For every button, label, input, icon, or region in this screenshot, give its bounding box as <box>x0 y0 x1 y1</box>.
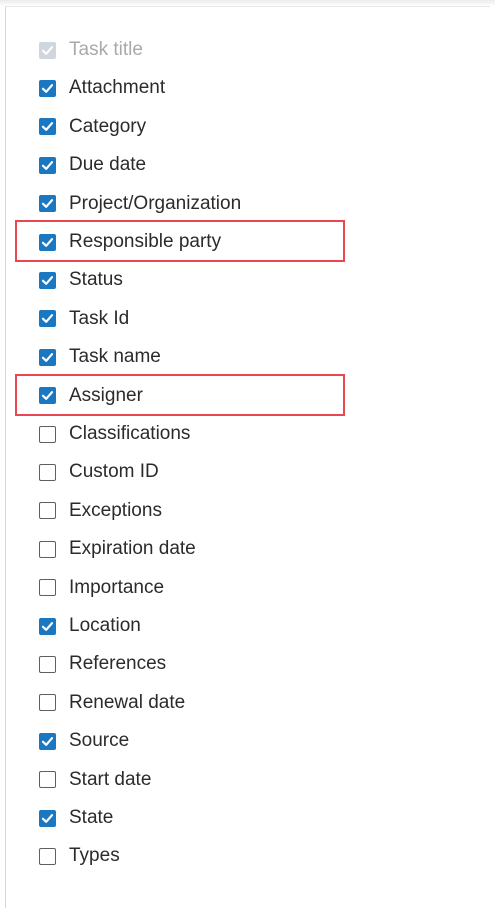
checkbox-checked-icon[interactable] <box>39 195 56 213</box>
checkmark-icon <box>41 314 54 324</box>
column-option-label: Custom ID <box>69 461 159 483</box>
column-option-source[interactable]: Source <box>39 726 129 756</box>
column-option-attachment[interactable]: Attachment <box>39 73 165 103</box>
checkbox-unchecked-icon[interactable] <box>39 771 56 789</box>
column-options-list: Task title Attachment Category Due date Proj… <box>6 7 490 908</box>
checkmark-icon <box>41 352 54 362</box>
column-option-label: References <box>69 653 167 675</box>
checkmark-icon <box>41 237 54 247</box>
column-option-custom-id[interactable]: Custom ID <box>39 457 159 487</box>
checkbox-checked-icon[interactable] <box>39 271 56 289</box>
checkmark-icon <box>41 813 54 823</box>
column-option-project-organization[interactable]: Project/Organization <box>39 189 241 219</box>
column-option-task-title: Task title <box>39 35 143 65</box>
column-option-status[interactable]: Status <box>39 265 123 295</box>
checkbox-checked-icon[interactable] <box>39 348 56 366</box>
column-option-expiration-date[interactable]: Expiration date <box>39 534 196 564</box>
checkbox-checked-icon[interactable] <box>39 310 56 328</box>
checkbox-checked-icon[interactable] <box>39 79 56 97</box>
column-option-label: Responsible party <box>69 231 222 252</box>
column-option-location[interactable]: Location <box>39 611 141 641</box>
column-option-responsible-party[interactable]: Responsible party <box>39 227 221 257</box>
column-option-label: Task name <box>69 346 161 368</box>
column-option-label: Attachment <box>69 77 166 99</box>
checkmark-icon <box>41 275 54 285</box>
column-option-category[interactable]: Category <box>39 112 146 142</box>
column-option-exceptions[interactable]: Exceptions <box>39 496 162 526</box>
column-option-label: Location <box>69 615 141 636</box>
checkbox-checked-icon[interactable] <box>39 156 56 174</box>
column-option-classifications[interactable]: Classifications <box>39 419 190 449</box>
column-option-references[interactable]: References <box>39 649 166 679</box>
checkbox-unchecked-icon[interactable] <box>39 694 56 712</box>
column-option-label: Importance <box>69 576 165 598</box>
checkmark-icon <box>41 199 54 208</box>
column-option-task-id[interactable]: Task Id <box>39 304 129 334</box>
column-option-label: Due date <box>69 154 147 176</box>
column-option-label: Project/Organization <box>69 192 242 214</box>
column-option-task-name[interactable]: Task name <box>39 342 161 372</box>
column-option-label: Source <box>69 730 130 752</box>
column-option-label: Exceptions <box>69 499 162 521</box>
column-option-label: Task Id <box>69 307 130 329</box>
checkbox-checked-icon[interactable] <box>39 617 56 635</box>
checkmark-icon <box>41 122 54 132</box>
column-options-panel: Task title Attachment Category Due date Proj… <box>5 6 490 908</box>
checkbox-checked-icon[interactable] <box>39 387 56 405</box>
checkbox-checked-icon[interactable] <box>39 809 56 827</box>
column-option-label: Expiration date <box>69 538 196 560</box>
column-option-label: State <box>69 807 114 828</box>
checkbox-unchecked-icon[interactable] <box>39 502 56 520</box>
checkmark-icon <box>41 83 54 93</box>
checkmark-icon <box>41 736 54 746</box>
column-option-label: Classifications <box>69 423 191 444</box>
checkbox-unchecked-icon[interactable] <box>39 655 56 673</box>
column-option-assigner[interactable]: Assigner <box>39 381 143 411</box>
checkmark-icon <box>41 45 54 55</box>
checkbox-unchecked-icon[interactable] <box>39 540 56 558</box>
column-option-start-date[interactable]: Start date <box>39 765 151 795</box>
column-option-renewal-date[interactable]: Renewal date <box>39 688 185 718</box>
checkmark-icon <box>41 160 54 170</box>
column-option-label: Types <box>69 845 120 867</box>
column-option-label: Renewal date <box>69 691 186 713</box>
column-option-label: Start date <box>69 768 152 790</box>
checkbox-checked-icon[interactable] <box>39 118 56 136</box>
column-option-state[interactable]: State <box>39 803 113 833</box>
checkbox-unchecked-icon[interactable] <box>39 579 56 597</box>
checkbox-unchecked-icon[interactable] <box>39 847 56 865</box>
checkbox-checked-icon[interactable] <box>39 732 56 750</box>
checkbox-checked-icon[interactable] <box>39 233 56 251</box>
checkmark-icon <box>41 391 54 400</box>
column-option-types[interactable]: Types <box>39 841 120 871</box>
column-option-label: Category <box>69 115 147 137</box>
column-option-label: Assigner <box>69 384 143 406</box>
column-option-label: Task title <box>69 39 143 60</box>
column-option-label: Status <box>69 269 123 291</box>
checkbox-unchecked-icon[interactable] <box>39 425 56 443</box>
checkmark-icon <box>41 621 54 631</box>
checkbox-unchecked-icon[interactable] <box>39 463 56 481</box>
checkbox-checked-icon <box>39 41 56 59</box>
column-option-due-date[interactable]: Due date <box>39 150 146 180</box>
column-option-importance[interactable]: Importance <box>39 573 164 603</box>
